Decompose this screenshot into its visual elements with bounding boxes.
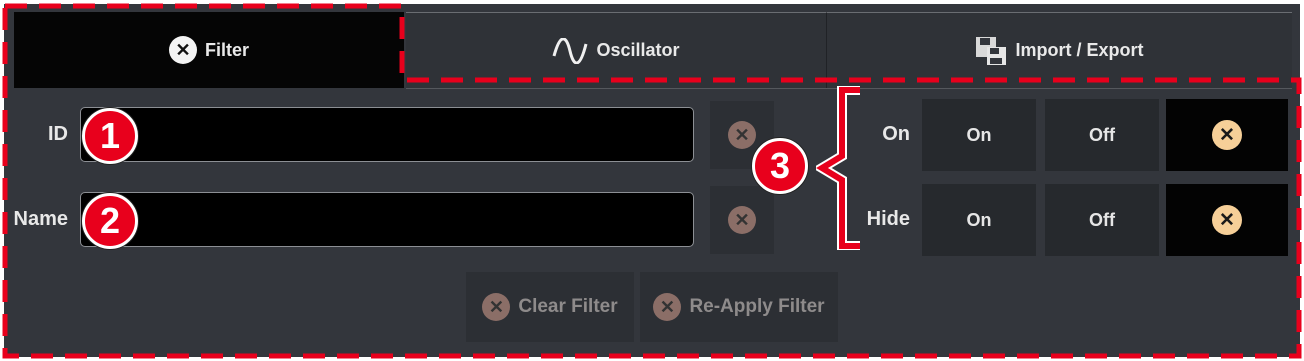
id-input[interactable] <box>80 107 694 162</box>
tab-oscillator-label: Oscillator <box>596 40 680 60</box>
close-circle-icon: ✕ <box>168 36 197 64</box>
tab-filter[interactable]: ✕ Filter <box>14 12 404 88</box>
close-circle-icon: ✕ <box>1212 120 1242 150</box>
close-circle-icon: ✕ <box>653 293 682 321</box>
sine-wave-icon <box>553 37 588 64</box>
hide-toggle-off-button[interactable]: Off <box>1045 184 1159 256</box>
close-circle-icon: ✕ <box>1212 205 1242 235</box>
tab-import-export-label: Import / Export <box>1015 40 1144 60</box>
annotation-badge-2: 2 <box>82 193 138 249</box>
annotation-bracket <box>816 86 860 250</box>
hide-toggle-clear-button[interactable]: ✕ <box>1166 184 1288 256</box>
on-toggle-off-button[interactable]: Off <box>1045 99 1159 171</box>
annotation-badge-3: 3 <box>752 138 808 194</box>
hide-toggle-on-button[interactable]: On <box>922 184 1036 256</box>
close-circle-icon: ✕ <box>728 121 756 149</box>
reapply-filter-button[interactable]: ✕ Re-Apply Filter <box>640 272 838 342</box>
tab-oscillator[interactable]: Oscillator <box>406 12 826 88</box>
clear-filter-label: Clear Filter <box>518 296 618 317</box>
on-toggle-clear-button[interactable]: ✕ <box>1166 99 1288 171</box>
reapply-filter-label: Re-Apply Filter <box>689 296 825 317</box>
name-label: Name <box>13 208 68 230</box>
tab-filter-label: Filter <box>204 39 249 60</box>
on-toggle-on-button[interactable]: On <box>922 99 1036 171</box>
close-circle-icon: ✕ <box>482 293 511 321</box>
clear-name-button[interactable]: ✕ <box>710 186 774 254</box>
tab-import-export[interactable]: Import / Export <box>826 12 1292 88</box>
on-toggle-label: On <box>882 123 910 145</box>
annotation-badge-1: 1 <box>82 108 138 164</box>
clear-filter-button[interactable]: ✕ Clear Filter <box>466 272 634 342</box>
filter-panel: ✕ Filter Oscillator Import / Export ID ✕… <box>4 4 1300 357</box>
id-label: ID <box>48 123 68 145</box>
close-circle-icon: ✕ <box>728 206 756 234</box>
name-input[interactable] <box>80 192 694 247</box>
save-disk-icon <box>976 36 1007 65</box>
